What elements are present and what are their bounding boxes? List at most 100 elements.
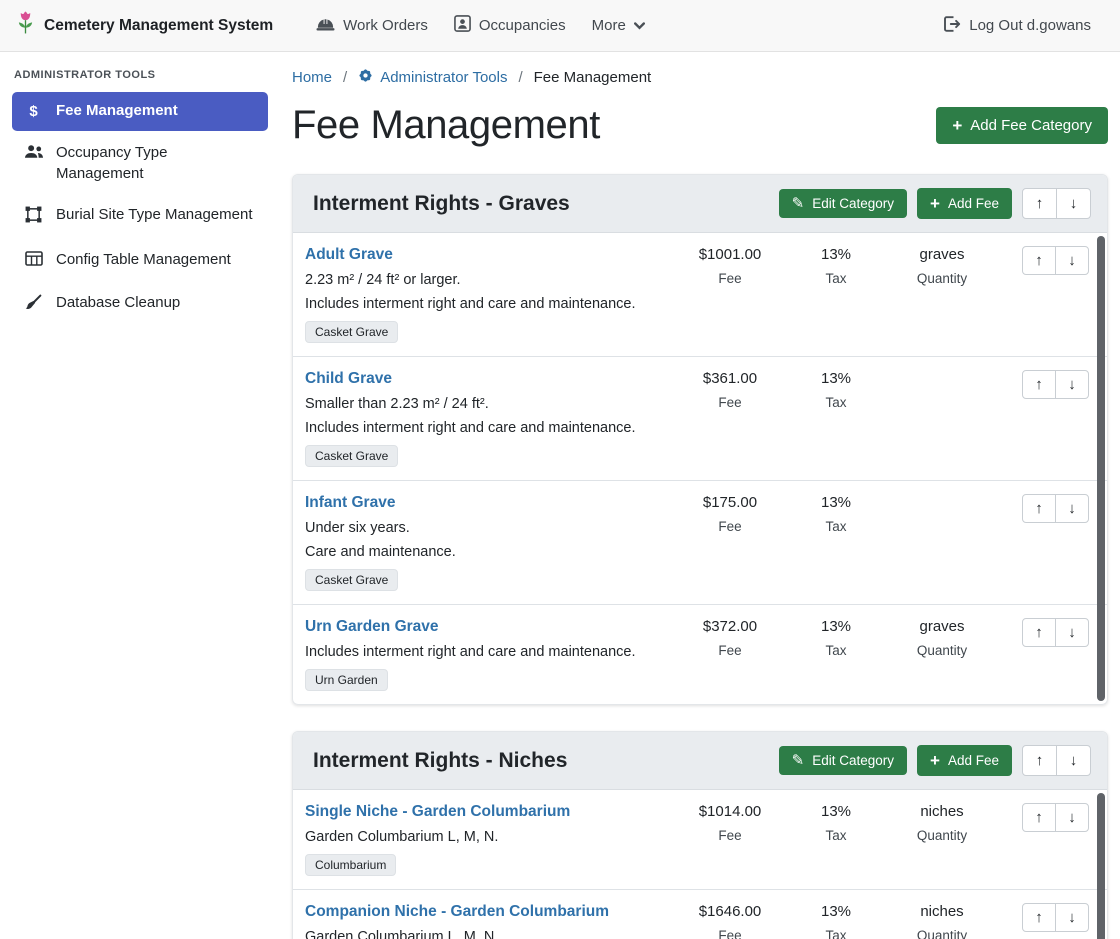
fee-name-link[interactable]: Urn Garden Grave [305,618,439,636]
sidebar-item-config-table-management[interactable]: Config Table Management [12,241,268,281]
move-fee-down-button[interactable]: ↓ [1055,618,1089,647]
move-category-down-button[interactable]: ↓ [1056,188,1091,219]
fee-row-companion-niche: Companion Niche - Garden Columbarium Gar… [293,889,1107,939]
move-category-up-button[interactable]: ↑ [1022,745,1057,776]
logout-link[interactable]: Log Out d.gowans [930,8,1104,44]
move-fee-down-button[interactable]: ↓ [1055,903,1089,932]
fee-description: Garden Columbarium L, M, N, [305,929,675,939]
fee-quantity-value: graves [887,618,997,635]
arrow-down-icon: ↓ [1068,909,1076,926]
arrow-down-icon: ↓ [1068,809,1076,826]
move-category-up-button[interactable]: ↑ [1022,188,1057,219]
fee-amount-label: Fee [675,395,785,410]
category-title: Interment Rights - Graves [313,192,769,216]
fee-tax-label: Tax [785,643,887,658]
arrow-up-icon: ↑ [1036,195,1044,212]
sidebar-item-label: Occupancy Type Management [56,143,257,184]
arrow-down-icon: ↓ [1068,252,1076,269]
app-brand[interactable]: Cemetery Management System [16,11,273,40]
add-fee-label: Add Fee [948,753,999,768]
fee-tax-stat: 13% Tax [785,618,887,658]
nav-occupancies[interactable]: Occupancies [441,7,579,44]
fee-name-link[interactable]: Adult Grave [305,246,393,264]
main-content: Home / Administrator Tools / Fee Managem… [280,52,1120,939]
table-icon [23,251,44,272]
fee-name-link[interactable]: Companion Niche - Garden Columbarium [305,903,609,921]
add-fee-button[interactable]: + Add Fee [917,745,1012,776]
breadcrumb: Home / Administrator Tools / Fee Managem… [292,68,1108,87]
fee-reorder-group: ↑ ↓ [997,803,1089,832]
fee-name-link[interactable]: Single Niche - Garden Columbarium [305,803,570,821]
fee-quantity-label: Quantity [887,643,997,658]
fee-reorder-group: ↑ ↓ [997,246,1089,275]
category-reorder-group: ↑ ↓ [1022,745,1091,776]
fee-reorder-group: ↑ ↓ [997,370,1089,399]
move-fee-down-button[interactable]: ↓ [1055,494,1089,523]
fee-reorder-group: ↑ ↓ [997,618,1089,647]
fee-name-link[interactable]: Infant Grave [305,494,395,512]
fee-row-urn-garden-grave: Urn Garden Grave Includes interment righ… [293,604,1107,704]
category-header: Interment Rights - Graves ✎ Edit Categor… [293,175,1107,233]
fee-amount-value: $1001.00 [675,246,785,263]
arrow-down-icon: ↓ [1070,752,1078,769]
fee-tax-stat: 13% Tax [785,494,887,534]
move-fee-up-button[interactable]: ↑ [1022,803,1056,832]
dollar-icon: $ [23,102,44,122]
tulip-logo-icon [16,11,35,40]
sidebar-item-database-cleanup[interactable]: Database Cleanup [12,284,268,326]
fee-tax-stat: 13% Tax [785,246,887,286]
fee-row-single-niche: Single Niche - Garden Columbarium Garden… [293,790,1107,889]
sidebar-item-fee-management[interactable]: $ Fee Management [12,92,268,131]
category-header: Interment Rights - Niches ✎ Edit Categor… [293,732,1107,790]
fee-amount-label: Fee [675,828,785,843]
sidebar-item-occupancy-type-management[interactable]: Occupancy Type Management [12,134,268,193]
sign-out-icon [943,16,961,36]
fee-quantity-value: graves [887,246,997,263]
fee-quantity-label: Quantity [887,928,997,939]
add-fee-button[interactable]: + Add Fee [917,188,1012,219]
fee-tax-value: 13% [785,370,887,387]
edit-category-label: Edit Category [812,753,894,768]
edit-category-button[interactable]: ✎ Edit Category [779,746,907,775]
top-navbar: Cemetery Management System Work Orders O… [0,0,1120,52]
edit-category-label: Edit Category [812,196,894,211]
fee-tax-value: 13% [785,246,887,263]
move-fee-up-button[interactable]: ↑ [1022,494,1056,523]
move-fee-up-button[interactable]: ↑ [1022,246,1056,275]
move-category-down-button[interactable]: ↓ [1056,745,1091,776]
category-title: Interment Rights - Niches [313,749,769,773]
nav-more[interactable]: More [579,9,658,42]
fee-tag-badge: Casket Grave [305,445,398,467]
fee-tax-value: 13% [785,494,887,511]
breadcrumb-admin-tools-link[interactable]: Administrator Tools [358,68,507,87]
arrow-up-icon: ↑ [1035,624,1043,641]
fee-name-link[interactable]: Child Grave [305,370,392,388]
move-fee-down-button[interactable]: ↓ [1055,246,1089,275]
card-scrollbar[interactable] [1097,236,1105,701]
fee-tax-stat: 13% Tax [785,903,887,939]
move-fee-up-button[interactable]: ↑ [1022,370,1056,399]
add-fee-category-button[interactable]: + Add Fee Category [936,107,1108,144]
fee-amount-stat: $1646.00 Fee [675,903,785,939]
fee-amount-label: Fee [675,519,785,534]
nav-work-orders-label: Work Orders [343,17,428,34]
move-fee-down-button[interactable]: ↓ [1055,370,1089,399]
fee-description: Garden Columbarium L, M, N. [305,829,675,845]
move-fee-down-button[interactable]: ↓ [1055,803,1089,832]
category-card-graves: Interment Rights - Graves ✎ Edit Categor… [292,174,1108,705]
fee-amount-stat: $175.00 Fee [675,494,785,534]
move-fee-up-button[interactable]: ↑ [1022,903,1056,932]
sidebar-item-burial-site-type-management[interactable]: Burial Site Type Management [12,196,268,238]
fee-reorder-group: ↑ ↓ [997,494,1089,523]
nav-work-orders[interactable]: Work Orders [303,8,441,44]
arrow-down-icon: ↓ [1068,376,1076,393]
card-scrollbar[interactable] [1097,793,1105,939]
arrow-up-icon: ↑ [1035,909,1043,926]
fee-quantity-stat: graves Quantity [887,246,997,286]
fee-tax-value: 13% [785,618,887,635]
fee-amount-value: $175.00 [675,494,785,511]
breadcrumb-home-link[interactable]: Home [292,69,332,86]
fee-description: Includes interment right and care and ma… [305,420,675,436]
edit-category-button[interactable]: ✎ Edit Category [779,189,907,218]
move-fee-up-button[interactable]: ↑ [1022,618,1056,647]
